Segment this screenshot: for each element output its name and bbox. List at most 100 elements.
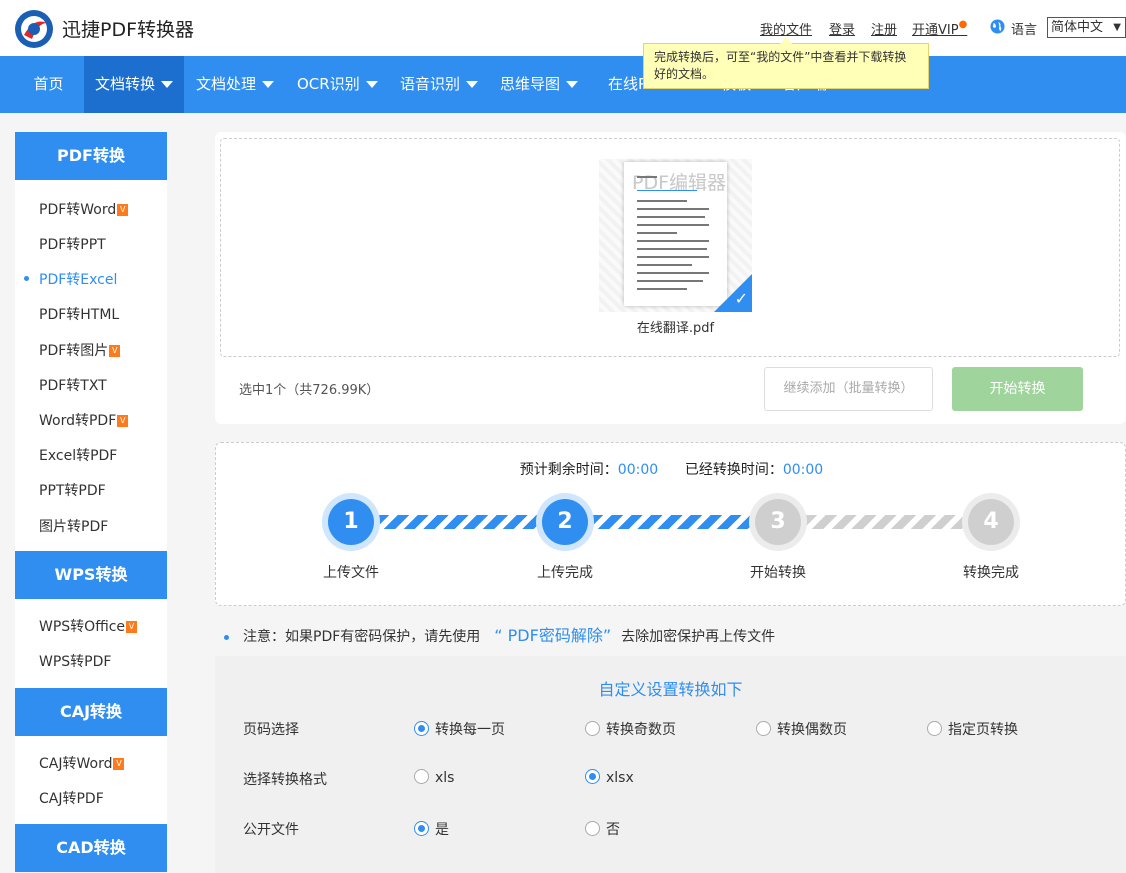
vip-link-label: 开通VIP xyxy=(912,23,959,38)
language-value: 简体中文 xyxy=(1051,20,1104,35)
file-dropzone[interactable]: PDF编辑器 ✓ 在线翻译.pdf xyxy=(220,138,1120,357)
pdf-page-preview: PDF编辑器 xyxy=(624,162,727,306)
step-1-label: 上传文件 xyxy=(323,565,379,581)
sidebar-item-pdf-to-image[interactable]: PDF转图片 V xyxy=(39,340,121,360)
nav-mindmap[interactable]: 思维导图 xyxy=(500,56,579,113)
sidebar-item-pdf-to-txt[interactable]: PDF转TXT xyxy=(39,375,107,395)
sidebar-item-pdf-to-word[interactable]: PDF转Word V xyxy=(39,199,129,219)
pdf-password-remove-link[interactable]: “ PDF密码解除” xyxy=(494,626,611,645)
radio-public-yes[interactable]: 是 xyxy=(414,819,449,839)
brand-name[interactable]: 迅捷PDF转换器 xyxy=(62,15,194,42)
radio-label: 指定页转换 xyxy=(948,722,1018,738)
sidebar-item-label: PDF转Word xyxy=(39,202,117,218)
radio-format-xls[interactable]: xls xyxy=(414,769,454,786)
file-thumbnail[interactable]: PDF编辑器 ✓ xyxy=(599,159,752,312)
nav-doc-process-label: 文档处理 xyxy=(196,75,257,93)
radio-label: xlsx xyxy=(606,770,634,786)
nav-doc-process[interactable]: 文档处理 xyxy=(196,56,275,113)
sidebar-section-caj[interactable]: CAJ转换 xyxy=(15,688,167,736)
sidebar-item-pdf-to-ppt[interactable]: PDF转PPT xyxy=(39,234,106,254)
caret-down-icon xyxy=(262,81,275,88)
sidebar-list-wps: WPS转Office V WPS转PDF xyxy=(15,599,167,688)
step-3: 3 xyxy=(749,493,807,551)
time-row: 预计剩余时间：00:00 已经转换时间：00:00 xyxy=(216,459,1126,479)
elapsed-time-label: 已经转换时间： xyxy=(684,462,783,478)
radio-public-no[interactable]: 否 xyxy=(585,819,620,839)
nav-voice[interactable]: 语音识别 xyxy=(400,56,479,113)
nav-doc-convert[interactable]: 文档转换 xyxy=(84,56,184,113)
elapsed-time-value: 00:00 xyxy=(782,462,824,478)
sidebar-list-caj: CAJ转Word V CAJ转PDF xyxy=(15,736,167,824)
notice-suffix: 去除加密保护再上传文件 xyxy=(621,629,776,645)
sidebar-item-label: PDF转Excel xyxy=(39,272,118,288)
progress-panel: 预计剩余时间：00:00 已经转换时间：00:00 1 2 3 4 上传文件 上… xyxy=(215,442,1126,606)
vip-tag-icon: V xyxy=(109,345,121,357)
vip-tag-icon: V xyxy=(117,415,129,427)
sidebar-item-caj-to-word[interactable]: CAJ转Word V xyxy=(39,753,125,773)
step-1: 1 xyxy=(322,493,380,551)
radio-even-pages[interactable]: 转换偶数页 xyxy=(756,719,847,739)
sidebar-item-excel-to-pdf[interactable]: Excel转PDF xyxy=(39,445,117,465)
nav-ocr[interactable]: OCR识别 xyxy=(297,56,378,113)
nav-doc-convert-label: 文档转换 xyxy=(95,75,156,93)
login-link[interactable]: 登录 xyxy=(829,19,855,38)
checkmark-icon: ✓ xyxy=(734,289,748,308)
upload-panel: PDF编辑器 ✓ 在线翻译.pdf 选中1个（共726.99K） 继续添加（批量… xyxy=(215,132,1126,424)
active-bullet-icon xyxy=(24,276,29,281)
sidebar-item-label: WPS转Office xyxy=(39,619,126,635)
sidebar-item-caj-to-pdf[interactable]: CAJ转PDF xyxy=(39,788,104,808)
radio-odd-pages[interactable]: 转换奇数页 xyxy=(585,719,676,739)
language-select[interactable]: 简体中文 ▼ xyxy=(1047,17,1126,38)
sidebar-section-wps[interactable]: WPS转换 xyxy=(15,551,167,599)
password-notice: 注意：如果PDF有密码保护，请先使用 “ PDF密码解除” 去除加密保护再上传文件 xyxy=(224,622,775,646)
step-2-number: 2 xyxy=(542,499,588,545)
vip-tag-icon: V xyxy=(117,204,129,216)
sidebar-item-pdf-to-excel[interactable]: PDF转Excel xyxy=(24,269,118,289)
step-3-number: 3 xyxy=(755,499,801,545)
step-4: 4 xyxy=(962,493,1020,551)
step-4-label: 转换完成 xyxy=(963,565,1019,581)
caret-down-icon xyxy=(466,81,479,88)
step-2: 2 xyxy=(536,493,594,551)
step-1-number: 1 xyxy=(328,499,374,545)
sidebar-item-image-to-pdf[interactable]: 图片转PDF xyxy=(39,516,108,536)
start-convert-button[interactable]: 开始转换 xyxy=(952,367,1083,411)
radio-unchecked-icon xyxy=(585,821,600,836)
sidebar-item-label: PDF转图片 xyxy=(39,343,109,359)
format-select-label: 选择转换格式 xyxy=(243,772,327,788)
radio-checked-icon xyxy=(414,721,429,736)
sidebar-item-pdf-to-html[interactable]: PDF转HTML xyxy=(39,304,119,324)
step-4-number: 4 xyxy=(968,499,1014,545)
radio-label: xls xyxy=(435,770,455,786)
radio-format-xlsx[interactable]: xlsx xyxy=(585,769,634,786)
settings-panel: 自定义设置转换如下 页码选择 转换每一页 转换奇数页 转换偶数页 指定页转换 选… xyxy=(215,656,1126,873)
continue-add-button[interactable]: 继续添加（批量转换） xyxy=(764,367,933,411)
nav-ocr-label: OCR识别 xyxy=(297,75,360,93)
radio-checked-icon xyxy=(414,821,429,836)
dropdown-arrow-icon: ▼ xyxy=(1113,22,1121,33)
sidebar-item-ppt-to-pdf[interactable]: PPT转PDF xyxy=(39,480,106,500)
app-logo-icon[interactable] xyxy=(14,9,54,49)
language-label: 语言 xyxy=(1011,23,1038,38)
vip-link[interactable]: 开通VIP● xyxy=(912,19,967,38)
sidebar-item-word-to-pdf[interactable]: Word转PDF V xyxy=(39,410,129,430)
vip-tag-icon: V xyxy=(113,758,125,770)
my-files-tooltip: 完成转换后，可至“我的文件”中查看并下载转换好的文档。 xyxy=(643,37,929,89)
globe-icon xyxy=(990,19,1005,34)
sidebar-item-wps-to-office[interactable]: WPS转Office V xyxy=(39,616,138,636)
nav-home[interactable]: 首页 xyxy=(0,56,97,113)
radio-specific-pages[interactable]: 指定页转换 xyxy=(927,719,1018,739)
radio-unchecked-icon xyxy=(585,721,600,736)
my-files-link[interactable]: 我的文件 xyxy=(760,19,812,38)
register-link[interactable]: 注册 xyxy=(871,19,897,38)
radio-label: 转换偶数页 xyxy=(777,722,847,738)
radio-label: 转换奇数页 xyxy=(606,722,676,738)
sidebar-section-pdf[interactable]: PDF转换 xyxy=(15,132,167,180)
radio-every-page[interactable]: 转换每一页 xyxy=(414,719,505,739)
radio-label: 否 xyxy=(606,822,620,838)
radio-unchecked-icon xyxy=(756,721,771,736)
radio-label: 是 xyxy=(435,822,449,838)
sidebar-section-cad[interactable]: CAD转换 xyxy=(15,824,167,872)
sidebar-item-wps-to-pdf[interactable]: WPS转PDF xyxy=(39,651,111,671)
nav-voice-label: 语音识别 xyxy=(400,75,461,93)
